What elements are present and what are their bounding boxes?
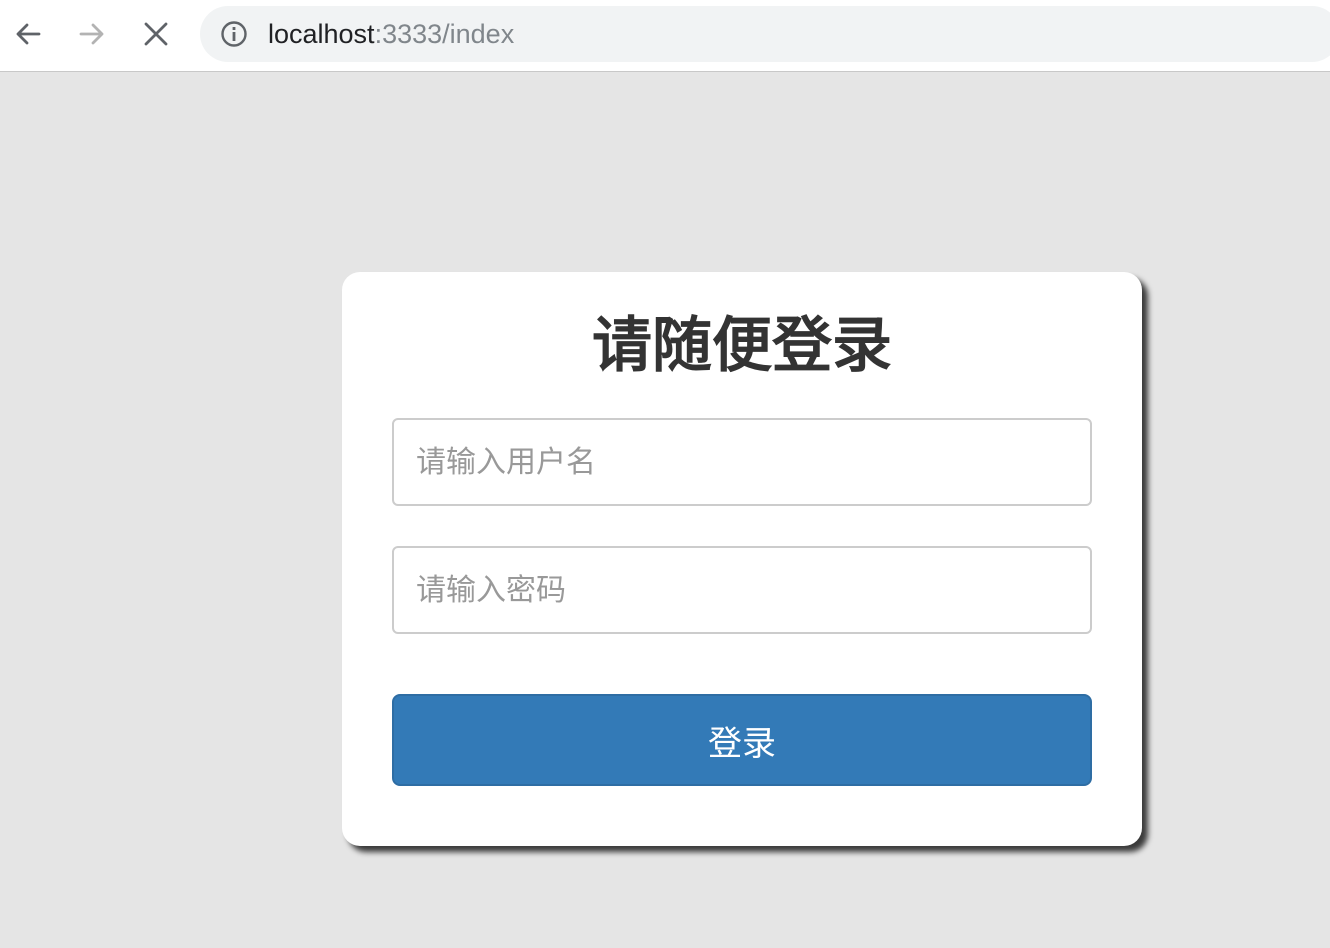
address-bar[interactable]: localhost:3333/index [200,6,1330,62]
arrow-left-icon [16,23,41,45]
forward-button[interactable] [72,14,112,54]
url-host: localhost [268,19,375,49]
password-input[interactable] [392,546,1092,634]
url-text[interactable]: localhost:3333/index [268,18,514,50]
browser-toolbar: localhost:3333/index [0,0,1330,72]
username-input[interactable] [392,418,1092,506]
url-path: :3333/index [374,19,515,49]
info-icon[interactable] [220,20,248,48]
login-title: 请随便登录 [592,311,892,381]
login-button[interactable]: 登录 [392,694,1092,786]
arrow-right-icon [79,23,104,45]
stop-loading-button[interactable] [136,14,176,54]
login-card: 请随便登录 登录 [342,272,1142,846]
close-icon [144,22,168,46]
back-button[interactable] [8,14,48,54]
